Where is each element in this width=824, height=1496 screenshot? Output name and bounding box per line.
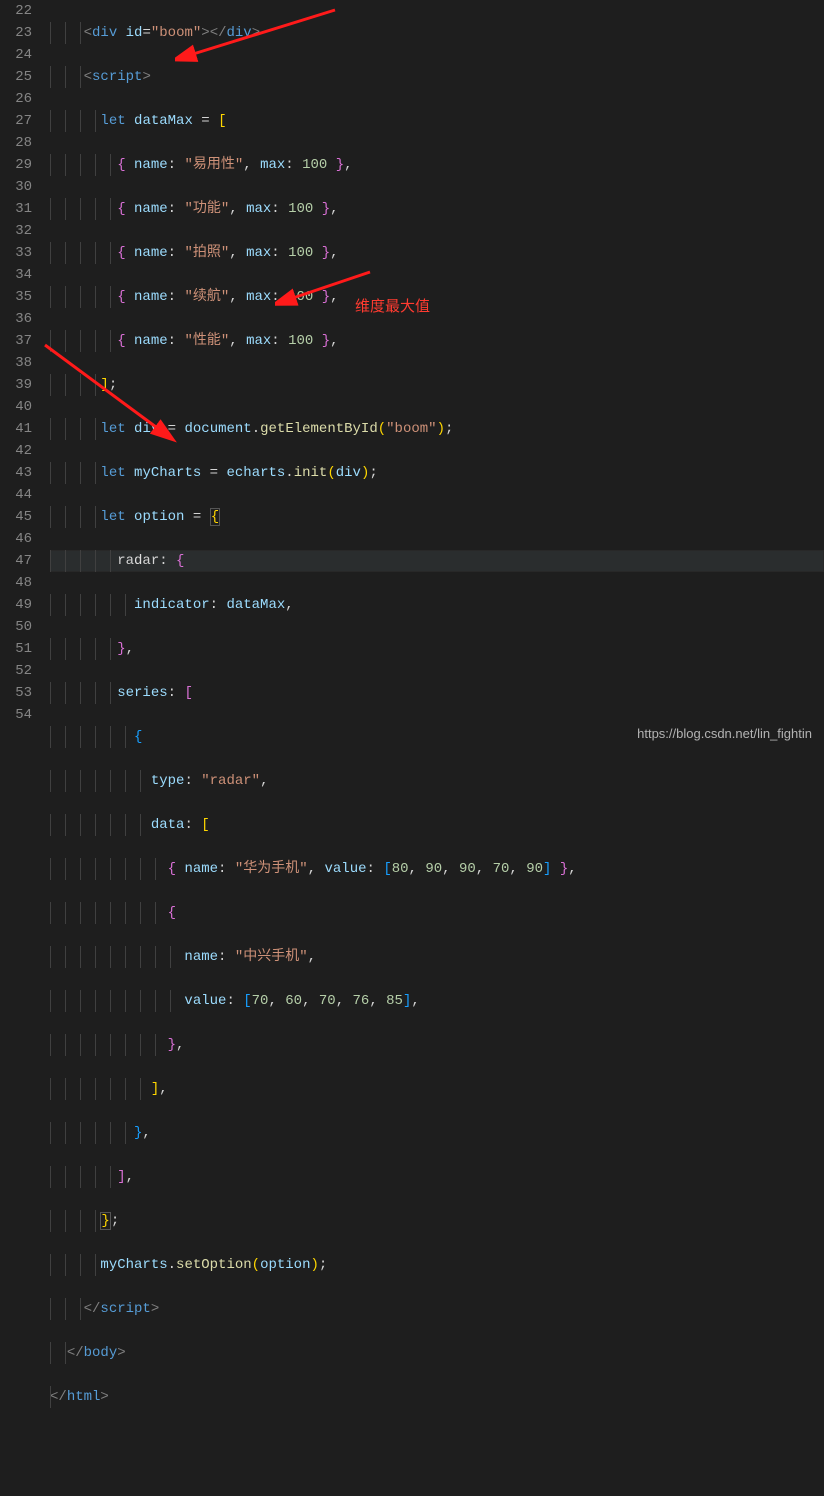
line-number: 31: [10, 198, 32, 220]
line-number: 40: [10, 396, 32, 418]
code-line[interactable]: <div id="boom"></div>: [50, 22, 824, 44]
code-line[interactable]: ],: [50, 1078, 824, 1100]
code-line[interactable]: },: [50, 638, 824, 660]
code-line[interactable]: radar: {: [50, 550, 824, 572]
code-line[interactable]: },: [50, 1122, 824, 1144]
line-number: 25: [10, 66, 32, 88]
line-number: 42: [10, 440, 32, 462]
code-line[interactable]: let option = {: [50, 506, 824, 528]
line-number: 26: [10, 88, 32, 110]
code-line[interactable]: { name: "性能", max: 100 },: [50, 330, 824, 352]
code-line[interactable]: type: "radar",: [50, 770, 824, 792]
line-number: 50: [10, 616, 32, 638]
line-number: 41: [10, 418, 32, 440]
code-area[interactable]: <div id="boom"></div> <script> let dataM…: [50, 0, 824, 751]
code-line[interactable]: let myCharts = echarts.init(div);: [50, 462, 824, 484]
code-line[interactable]: data: [: [50, 814, 824, 836]
code-line[interactable]: </script>: [50, 1298, 824, 1320]
line-number: 33: [10, 242, 32, 264]
line-number: 24: [10, 44, 32, 66]
line-number: 37: [10, 330, 32, 352]
code-line[interactable]: { name: "续航", max: 100 },: [50, 286, 824, 308]
line-number: 51: [10, 638, 32, 660]
line-number: 52: [10, 660, 32, 682]
line-number: 47: [10, 550, 32, 572]
code-editor[interactable]: 22 23 24 25 26 27 28 29 30 31 32 33 34 3…: [0, 0, 824, 751]
code-line[interactable]: let dataMax = [: [50, 110, 824, 132]
code-line[interactable]: name: "中兴手机",: [50, 946, 824, 968]
line-number: 29: [10, 154, 32, 176]
line-number: 35: [10, 286, 32, 308]
code-line[interactable]: ];: [50, 374, 824, 396]
code-line[interactable]: },: [50, 1034, 824, 1056]
line-number: 34: [10, 264, 32, 286]
code-line[interactable]: ],: [50, 1166, 824, 1188]
line-number: 27: [10, 110, 32, 132]
line-number: 39: [10, 374, 32, 396]
line-number: 44: [10, 484, 32, 506]
code-line[interactable]: myCharts.setOption(option);: [50, 1254, 824, 1276]
line-number: 28: [10, 132, 32, 154]
line-number: 38: [10, 352, 32, 374]
line-number: 43: [10, 462, 32, 484]
line-number: 49: [10, 594, 32, 616]
line-number: 54: [10, 704, 32, 726]
annotation-label: 维度最大值: [355, 296, 430, 318]
line-number: 22: [10, 0, 32, 22]
code-line[interactable]: {: [50, 902, 824, 924]
line-number: 36: [10, 308, 32, 330]
line-number: 46: [10, 528, 32, 550]
code-line[interactable]: { name: "华为手机", value: [80, 90, 90, 70, …: [50, 858, 824, 880]
code-line[interactable]: <script>: [50, 66, 824, 88]
code-line[interactable]: { name: "拍照", max: 100 },: [50, 242, 824, 264]
code-line[interactable]: indicator: dataMax,: [50, 594, 824, 616]
line-number: 23: [10, 22, 32, 44]
code-line[interactable]: series: [: [50, 682, 824, 704]
line-number: 30: [10, 176, 32, 198]
code-line[interactable]: </body>: [50, 1342, 824, 1364]
code-line[interactable]: </html>: [50, 1386, 824, 1408]
watermark-text: https://blog.csdn.net/lin_fightin: [637, 723, 812, 745]
code-line[interactable]: { name: "功能", max: 100 },: [50, 198, 824, 220]
line-number: 45: [10, 506, 32, 528]
line-number: 32: [10, 220, 32, 242]
line-number-gutter: 22 23 24 25 26 27 28 29 30 31 32 33 34 3…: [0, 0, 50, 751]
code-line[interactable]: value: [70, 60, 70, 76, 85],: [50, 990, 824, 1012]
code-line[interactable]: let div = document.getElementById("boom"…: [50, 418, 824, 440]
line-number: 48: [10, 572, 32, 594]
code-line[interactable]: [50, 1430, 824, 1452]
code-line[interactable]: { name: "易用性", max: 100 },: [50, 154, 824, 176]
code-line[interactable]: };: [50, 1210, 824, 1232]
line-number: 53: [10, 682, 32, 704]
